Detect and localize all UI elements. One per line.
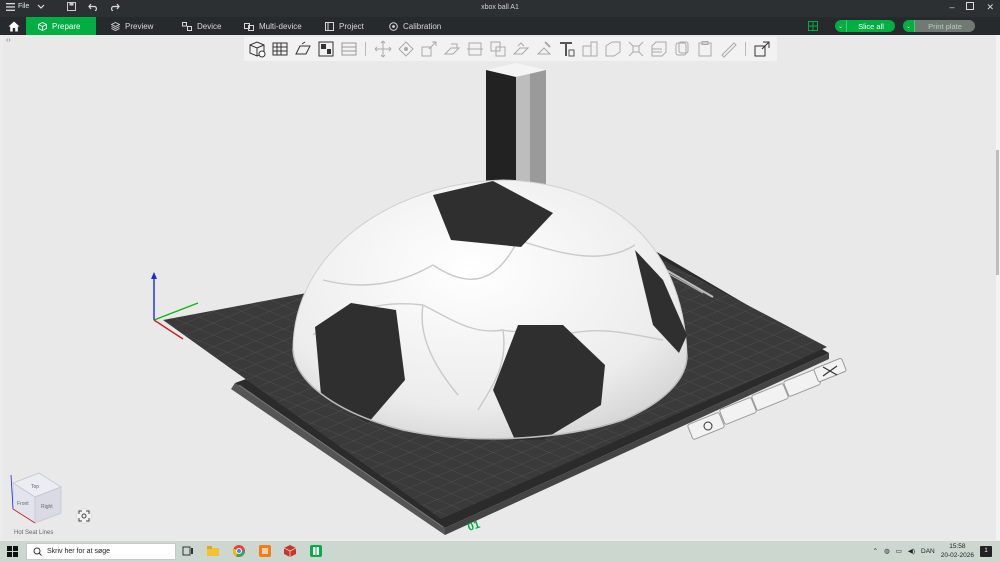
tab-device-label: Device [197, 21, 222, 31]
text-shape-icon[interactable] [558, 40, 576, 58]
auto-orient-icon[interactable] [294, 40, 312, 58]
notification-icon[interactable]: 1 [980, 545, 992, 557]
tab-prepare-label: Prepare [52, 21, 81, 31]
window-title: xbox ball A1 [481, 4, 519, 11]
home-icon [8, 21, 20, 31]
scrollbar-thumb[interactable] [996, 150, 999, 275]
fit-view-icon [78, 510, 90, 522]
chevron-up-icon[interactable]: ⌃ [873, 547, 878, 555]
view-toggle-icon[interactable]: ‹› [6, 37, 11, 44]
taskbar-search[interactable]: Skriv her for at søge [26, 543, 176, 560]
ruler-icon[interactable] [719, 40, 737, 58]
layer-stack-icon[interactable] [650, 40, 668, 58]
app-orange-icon[interactable] [258, 544, 272, 558]
add-plate-icon[interactable] [271, 40, 289, 58]
task-view-icon[interactable] [181, 544, 195, 558]
clock[interactable]: 15:58 20-02-2026 [941, 542, 974, 560]
tab-calibration[interactable]: Calibration [377, 17, 453, 35]
rotate-icon[interactable] [397, 40, 415, 58]
chrome-icon[interactable] [232, 544, 246, 558]
object-toolbar [244, 37, 777, 61]
tab-calibration-label: Calibration [403, 21, 442, 31]
app-cube-icon[interactable] [283, 544, 297, 558]
close-icon[interactable]: ✕ [986, 2, 994, 13]
main-nav-bar: Prepare Preview Device Multi-device Proj… [0, 17, 1000, 35]
seam-painting-icon[interactable] [535, 40, 553, 58]
file-explorer-icon[interactable] [206, 544, 220, 558]
prime-tower [486, 63, 546, 195]
lay-on-face-icon[interactable] [443, 40, 461, 58]
tab-project[interactable]: Project [313, 17, 376, 35]
monitor-icon[interactable]: ▭ [896, 547, 902, 555]
arrange-icon[interactable] [317, 40, 335, 58]
multi-device-icon [244, 22, 254, 31]
tab-preview[interactable]: Preview [99, 17, 165, 35]
calibration-icon [389, 21, 398, 31]
navcube-top-label: Top [31, 484, 39, 490]
soccer-ball-model[interactable] [292, 179, 688, 440]
project-icon [325, 21, 334, 31]
slice-all-label: Slice all [858, 21, 884, 31]
system-tray: ⌃ ◍ ▭ ◀) DAN 15:58 20-02-2026 1 [873, 542, 992, 560]
split-icon[interactable] [340, 40, 358, 58]
nav-cube[interactable]: Top Front Right [10, 472, 63, 524]
scale-icon[interactable] [420, 40, 438, 58]
variable-layer-height-icon[interactable] [753, 40, 771, 58]
search-icon [33, 547, 42, 556]
language-indicator[interactable]: DAN [921, 548, 935, 555]
title-bar: File xbox ball A1 – ✕ [0, 0, 1000, 17]
plate-settings-icon[interactable] [808, 21, 818, 31]
fit-view-button[interactable] [76, 508, 92, 524]
print-plate-button[interactable]: ⌄ Print plate [903, 20, 975, 32]
app-window: File xbox ball A1 – ✕ Prepare Preview De… [0, 0, 1000, 562]
bambu-studio-icon[interactable] [309, 544, 323, 558]
tab-preview-label: Preview [125, 21, 154, 31]
cube-icon [38, 21, 47, 31]
tab-multi-device[interactable]: Multi-device [232, 17, 314, 35]
plate-number-label: 01 [466, 519, 481, 534]
clock-time: 15:58 [949, 543, 966, 550]
layers-icon [111, 21, 120, 31]
taskbar-search-placeholder: Skriv her for at søge [47, 548, 111, 555]
slice-all-button[interactable]: ⌄ Slice all [835, 20, 895, 32]
tab-multi-device-label: Multi-device [259, 21, 302, 31]
move-icon[interactable] [374, 40, 392, 58]
3d-viewport[interactable]: 01 Top Front Right [3, 35, 997, 540]
support-painting-icon[interactable] [512, 40, 530, 58]
explode-icon[interactable] [627, 40, 645, 58]
tab-prepare[interactable]: Prepare [26, 17, 96, 35]
copy-icon[interactable] [673, 40, 691, 58]
mesh-boolean-icon[interactable] [489, 40, 507, 58]
tab-project-label: Project [339, 21, 364, 31]
minimize-icon[interactable]: – [949, 2, 954, 13]
navcube-front-label: Front [17, 501, 29, 507]
windows-start-icon[interactable] [5, 544, 20, 559]
cut-icon[interactable] [466, 40, 484, 58]
os-taskbar: Skriv her for at søge ⌃ ◍ ▭ ◀) DAN 15:58… [0, 541, 1000, 562]
scene-canvas[interactable]: 01 Top Front Right [3, 35, 997, 540]
viewport-scrollbar[interactable] [996, 35, 1000, 540]
network-icon[interactable]: ◍ [884, 547, 890, 555]
measure-icon[interactable] [581, 40, 599, 58]
slice-dropdown-icon[interactable]: ⌄ [835, 20, 847, 32]
tab-device[interactable]: Device [170, 17, 233, 35]
add-object-icon[interactable] [248, 40, 266, 58]
print-dropdown-icon[interactable]: ⌄ [903, 20, 915, 32]
clock-date: 20-02-2026 [940, 552, 974, 559]
assembly-icon[interactable] [604, 40, 622, 58]
paste-icon[interactable] [696, 40, 714, 58]
navcube-right-label: Right [41, 504, 53, 510]
maximize-icon[interactable] [966, 2, 975, 13]
device-icon [182, 21, 192, 31]
print-plate-label: Print plate [928, 21, 962, 31]
hidden-overlay-label: Hot Seat Lines [14, 530, 54, 536]
volume-icon[interactable]: ◀) [908, 547, 915, 555]
home-button[interactable] [4, 18, 24, 34]
